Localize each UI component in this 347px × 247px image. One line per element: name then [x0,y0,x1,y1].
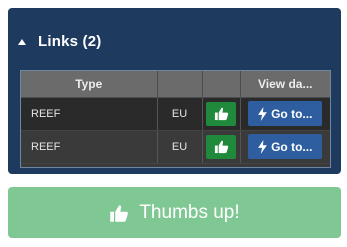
links-panel-header[interactable]: Links (2) [8,8,341,74]
thumbs-up-button[interactable]: Thumbs up! [8,187,341,238]
goto-button[interactable]: Go to... [248,134,323,159]
panel-title: Links (2) [38,32,102,50]
cell-region: EU [157,130,203,164]
cell-type: REEF [21,97,158,131]
caret-up-icon[interactable] [18,38,26,45]
thumbs-up-icon [110,204,129,222]
cell-region: EU [157,97,203,131]
links-panel: Links (2) Type View da... REEF EU Go to.… [8,8,341,174]
goto-label: Go to... [271,139,313,154]
table-row: REEF EU Go to... [21,130,330,164]
column-header-type[interactable]: Type [21,71,158,98]
links-table: Type View da... REEF EU Go to... REEF EU… [21,71,330,164]
bolt-icon [258,106,267,121]
row-thumbs-up-button[interactable] [206,101,236,126]
column-header-view-data[interactable]: View da... [240,71,330,98]
cell-thumb [202,130,241,164]
table-header-row: Type View da... [21,71,330,98]
thumbs-up-label: Thumbs up! [139,201,240,223]
goto-label: Go to... [271,106,313,121]
table-row: REEF EU Go to... [21,97,330,131]
goto-button[interactable]: Go to... [248,101,323,126]
cell-type: REEF [21,130,158,164]
cell-goto: Go to... [240,97,330,131]
column-header-region [157,71,203,98]
cell-goto: Go to... [240,130,330,164]
thumbs-up-icon [214,140,228,154]
column-header-action [202,71,241,98]
cell-thumb [202,97,241,131]
links-table-container: Type View da... REEF EU Go to... REEF EU… [20,70,331,168]
row-thumbs-up-button[interactable] [206,134,236,159]
bolt-icon [258,139,267,154]
thumbs-up-icon [214,107,228,121]
